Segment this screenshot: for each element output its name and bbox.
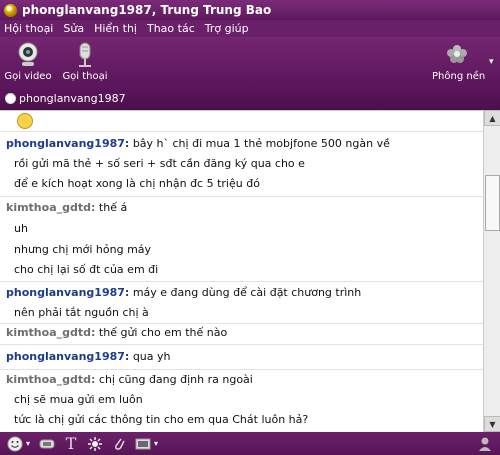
message-line: nhưng chị mới hỏng máy [14, 243, 152, 256]
background-label: Phông nền [432, 71, 486, 82]
status-dot-icon [5, 93, 16, 104]
message-line: kimthoa_gdtd: thế gửi cho em thế nào [6, 326, 227, 339]
video-call-label: Gọi video [4, 71, 52, 82]
title-bar: phonglanvang1987, Trung Trung Bao [0, 0, 500, 20]
flower-icon [447, 45, 467, 63]
nudge-icon[interactable] [86, 435, 104, 453]
sender-name: kimthoa_gdtd: [6, 326, 96, 339]
emoticon-icon[interactable] [6, 435, 24, 453]
divider [0, 323, 483, 324]
message-text: thế á [98, 201, 128, 214]
contact-name[interactable]: phonglanvang1987 [19, 92, 126, 105]
message-line: kimthoa_gdtd: chị cũng đang định ra ngoà… [6, 373, 253, 386]
message-line: phonglanvang1987: qua yh [6, 350, 171, 363]
contact-bar: phonglanvang1987 [0, 87, 500, 110]
divider [0, 344, 483, 345]
message-line: rồi gửi mã thẻ + số seri + sđt cần đăng … [14, 157, 305, 170]
sender-name: kimthoa_gdtd: [6, 201, 96, 214]
smiley-icon [17, 113, 33, 129]
message-line: cho chị lại số đt của em đi [14, 263, 159, 276]
message-line: phonglanvang1987: bây h` chị đi mua 1 th… [6, 137, 390, 150]
microphone-icon [79, 42, 91, 67]
message-text: thế gửi cho em thế nào [98, 326, 228, 339]
message-line: nên phải tắt nguồn chị à [14, 306, 149, 319]
background-button[interactable]: Phông nền [432, 41, 486, 82]
divider [0, 369, 483, 370]
sender-name: phonglanvang1987: [6, 350, 130, 363]
text-format-icon[interactable]: T [62, 434, 80, 453]
message-line: uh [14, 222, 28, 235]
message-text: bây h` chị đi mua 1 thẻ mobjfone 500 ngà… [132, 137, 390, 150]
menu-actions[interactable]: Thao tác [147, 22, 195, 35]
video-call-button[interactable]: Gọi video [3, 41, 53, 82]
audible-icon[interactable] [38, 435, 56, 453]
message-line: phonglanvang1987: máy e đang dùng để cài… [6, 286, 361, 299]
sender-name: phonglanvang1987: [6, 137, 130, 150]
emoticon-dropdown-arrow-icon[interactable]: ▾ [24, 435, 32, 453]
more-arrow-icon[interactable]: ▾ [489, 57, 494, 67]
menu-help[interactable]: Trợ giúp [205, 22, 249, 35]
message-line: để e kích hoạt xong là chị nhận đc 5 tri… [14, 177, 260, 190]
scroll-up-arrow-icon[interactable]: ▲ [484, 110, 500, 126]
message-line: chị sẽ mua gửi em luôn [14, 393, 143, 406]
divider [0, 196, 483, 197]
message-text: qua yh [132, 350, 171, 363]
message-line: tức là chị gửi các thông tin cho em qua … [14, 413, 309, 426]
sender-name: phonglanvang1987: [6, 286, 130, 299]
divider [0, 281, 483, 282]
webcam-icon [18, 42, 38, 66]
chat-scrollbar[interactable]: ▲ ▼ [483, 110, 500, 432]
message-text: máy e đang dùng để cài đặt chương trình [132, 286, 362, 299]
message-text: chị cũng đang định ra ngoài [98, 373, 253, 386]
voice-call-button[interactable]: Gọi thoại [60, 41, 110, 82]
scroll-down-arrow-icon[interactable]: ▼ [484, 416, 500, 432]
menu-view[interactable]: Hiển thị [94, 22, 137, 35]
menu-edit[interactable]: Sửa [63, 22, 84, 35]
message-line: kimthoa_gdtd: thế á [6, 201, 127, 214]
photo-share-icon[interactable] [134, 435, 152, 453]
photo-dropdown-arrow-icon[interactable]: ▾ [152, 435, 160, 453]
toolbar: Gọi video Gọi thoại Phông nền ▾ [0, 37, 500, 87]
sender-name: kimthoa_gdtd: [6, 373, 96, 386]
voice-call-label: Gọi thoại [62, 71, 108, 82]
chat-area: phonglanvang1987: bây h` chị đi mua 1 th… [0, 110, 483, 433]
input-toolbar: ▾ T ▾ [0, 432, 500, 455]
window-title: phonglanvang1987, Trung Trung Bao [22, 3, 272, 17]
scroll-thumb[interactable] [485, 175, 500, 231]
attach-file-icon[interactable] [110, 435, 128, 453]
messenger-logo-icon [4, 3, 17, 17]
menu-bar: Hội thoại Sửa Hiển thị Thao tác Trợ giúp [0, 20, 500, 37]
menu-conversation[interactable]: Hội thoại [4, 22, 53, 35]
divider [0, 131, 483, 132]
avatar-icon[interactable] [476, 435, 494, 453]
